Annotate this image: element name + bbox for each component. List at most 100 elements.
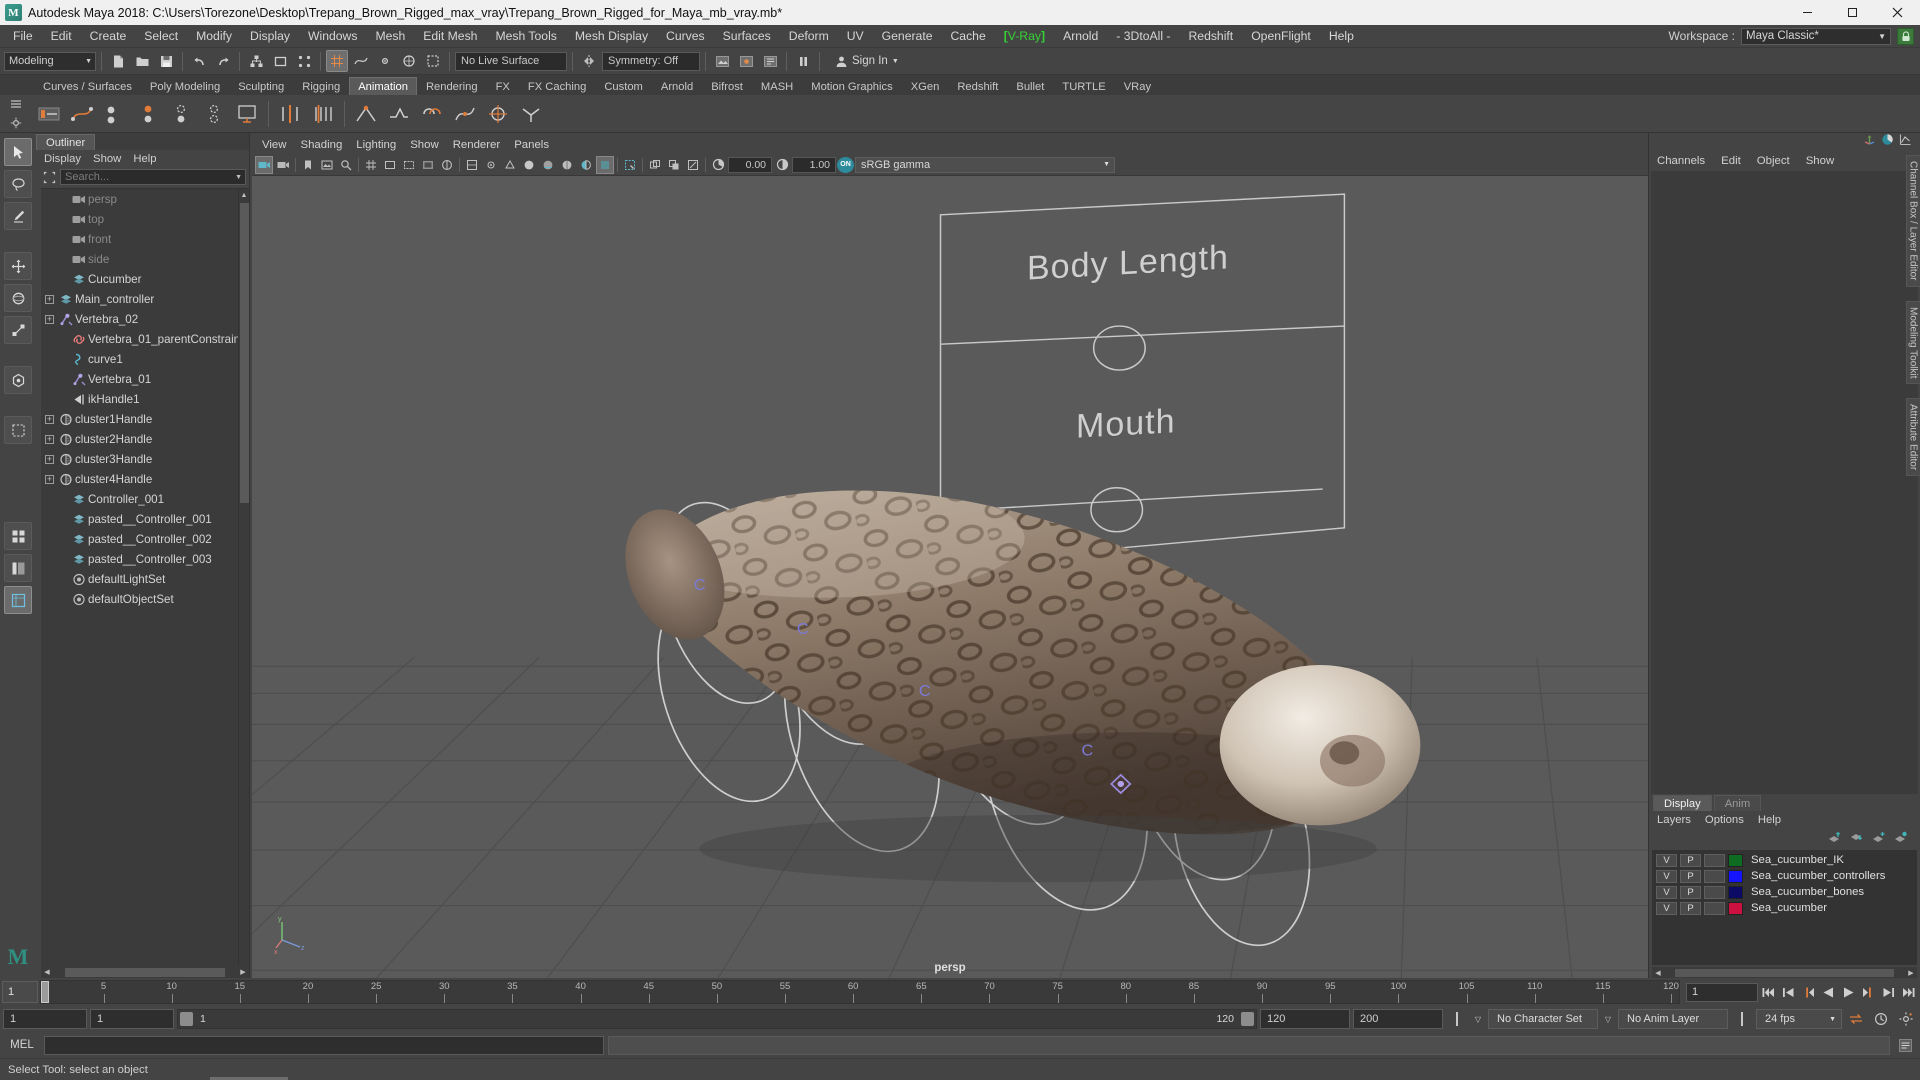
outliner-item-pasted-controller-002[interactable]: pasted__Controller_002 bbox=[41, 529, 249, 549]
script-editor-button[interactable] bbox=[1894, 1034, 1916, 1056]
layer-menu-layers[interactable]: Layers bbox=[1657, 814, 1691, 826]
outliner-search-input-wrap[interactable]: ▼ bbox=[60, 169, 246, 185]
shelf-tab-vray[interactable]: VRay bbox=[1115, 77, 1160, 95]
persp-view-layout-button[interactable] bbox=[4, 586, 32, 614]
render-current-frame-button[interactable] bbox=[711, 50, 733, 72]
menu-mesh[interactable]: Mesh bbox=[366, 25, 414, 47]
outliner-item-defaultobjectset[interactable]: defaultObjectSet bbox=[41, 589, 249, 609]
multisample-aa-icon[interactable] bbox=[621, 156, 639, 174]
smooth-shade-textured-icon[interactable] bbox=[539, 156, 557, 174]
shelf-auto-key-button[interactable] bbox=[100, 99, 130, 129]
move-layer-down-icon[interactable] bbox=[1849, 831, 1864, 849]
outliner-menu-display[interactable]: Display bbox=[44, 153, 81, 165]
viewport-menu-panels[interactable]: Panels bbox=[514, 139, 549, 151]
menu-file[interactable]: File bbox=[4, 25, 42, 47]
auto-key-button[interactable] bbox=[1446, 1008, 1468, 1030]
isolate-select-icon[interactable] bbox=[646, 156, 664, 174]
outliner-item-main-controller[interactable]: + Main_controller bbox=[41, 289, 249, 309]
menu-surfaces[interactable]: Surfaces bbox=[714, 25, 780, 47]
menu-openflight[interactable]: OpenFlight bbox=[1242, 25, 1320, 47]
time-slider-start-field[interactable]: 1 bbox=[2, 981, 38, 1003]
layer-playback-toggle[interactable]: P bbox=[1680, 869, 1701, 883]
live-surface-field[interactable]: No Live Surface bbox=[455, 51, 567, 71]
shelf-set-driven-key-button[interactable] bbox=[384, 99, 414, 129]
scroll-left-arrow-icon[interactable]: ◀ bbox=[1652, 969, 1664, 977]
selection-filter-icon[interactable] bbox=[42, 170, 57, 185]
shelf-tab-custom[interactable]: Custom bbox=[595, 77, 652, 95]
shelf-tab-sculpting[interactable]: Sculpting bbox=[229, 77, 293, 95]
new-layer-from-selected-icon[interactable] bbox=[1893, 831, 1908, 849]
outliner-list[interactable]: persp top front side Cucumber + Main_controlle… bbox=[41, 188, 249, 966]
expand-toggle-icon[interactable]: + bbox=[45, 454, 54, 464]
show-manipulator-tool-button[interactable] bbox=[4, 416, 32, 444]
menu-select[interactable]: Select bbox=[135, 25, 187, 47]
range-handle-right[interactable] bbox=[1241, 1012, 1254, 1026]
smooth-shade-all-icon[interactable] bbox=[520, 156, 538, 174]
menu-modify[interactable]: Modify bbox=[187, 25, 241, 47]
exposure-value-field[interactable]: 0.00 bbox=[728, 156, 772, 173]
workspace-select[interactable]: Maya Classic* ▼ bbox=[1741, 27, 1891, 45]
layer-row[interactable]: V P Sea_cucumber bbox=[1652, 900, 1917, 916]
viewport-3d[interactable]: C C C C Body Length Mouth y z x persp bbox=[252, 176, 1648, 978]
viewport-menu-renderer[interactable]: Renderer bbox=[453, 139, 501, 151]
shelf-tab-xgen[interactable]: XGen bbox=[902, 77, 949, 95]
play-backwards-button[interactable] bbox=[1819, 982, 1838, 1002]
paint-select-tool-button[interactable] bbox=[4, 202, 32, 230]
layer-visibility-toggle[interactable]: V bbox=[1656, 885, 1677, 899]
image-plane-icon[interactable] bbox=[318, 156, 336, 174]
symmetry-icon[interactable] bbox=[578, 50, 600, 72]
layer-horizontal-scrollbar[interactable]: ◀ ▶ bbox=[1652, 967, 1917, 978]
menu-vray[interactable]: [V-Ray] bbox=[995, 25, 1054, 47]
new-scene-button[interactable] bbox=[107, 50, 129, 72]
outliner-item-curve1[interactable]: curve1 bbox=[41, 349, 249, 369]
layer-shading-toggle[interactable] bbox=[1704, 901, 1725, 915]
outliner-item-controller-001[interactable]: Controller_001 bbox=[41, 489, 249, 509]
viewport-menu-shading[interactable]: Shading bbox=[300, 139, 342, 151]
shelf-tab-poly-modeling[interactable]: Poly Modeling bbox=[141, 77, 229, 95]
menu-generate[interactable]: Generate bbox=[873, 25, 942, 47]
menu-mesh-display[interactable]: Mesh Display bbox=[566, 25, 657, 47]
shelf-set-key-button[interactable] bbox=[34, 99, 64, 129]
new-layer-icon[interactable] bbox=[1871, 831, 1886, 849]
layer-list[interactable]: V P Sea_cucumber_IK V P Sea_cucumber_controll… bbox=[1652, 850, 1917, 965]
channelbox-menu-object[interactable]: Object bbox=[1757, 155, 1790, 167]
move-tool-button[interactable] bbox=[4, 252, 32, 280]
step-forward-keyframe-button[interactable] bbox=[1879, 982, 1898, 1002]
layer-color-swatch[interactable] bbox=[1728, 853, 1743, 867]
outliner-tab[interactable]: Outliner bbox=[36, 134, 96, 150]
menu-arnold[interactable]: Arnold bbox=[1054, 25, 1107, 47]
scroll-right-arrow-icon[interactable]: ▶ bbox=[1905, 969, 1917, 977]
side-tab-attribute-editor[interactable]: Attribute Editor bbox=[1905, 398, 1920, 477]
time-slider-playhead[interactable] bbox=[41, 981, 49, 1003]
shelf-tab-redshift[interactable]: Redshift bbox=[948, 77, 1007, 95]
shelf-set-key-translate-button[interactable] bbox=[133, 99, 163, 129]
layer-visibility-toggle[interactable]: V bbox=[1656, 901, 1677, 915]
select-by-object-button[interactable] bbox=[269, 50, 291, 72]
layer-menu-options[interactable]: Options bbox=[1705, 814, 1744, 826]
screen-space-ao-icon[interactable] bbox=[596, 155, 614, 174]
menu-deform[interactable]: Deform bbox=[780, 25, 838, 47]
shelf-tab-bifrost[interactable]: Bifrost bbox=[702, 77, 752, 95]
outliner-item-front[interactable]: front bbox=[41, 229, 249, 249]
channel-box-content[interactable] bbox=[1651, 171, 1918, 794]
four-view-layout-button[interactable] bbox=[4, 522, 32, 550]
menu-3dtoall[interactable]: - 3DtoAll - bbox=[1107, 25, 1179, 47]
outliner-item-vertebra-02[interactable]: + Vertebra_02 bbox=[41, 309, 249, 329]
expand-toggle-icon[interactable]: + bbox=[45, 314, 54, 324]
resolution-gate-icon[interactable] bbox=[400, 156, 418, 174]
channelbox-menu-edit[interactable]: Edit bbox=[1721, 155, 1741, 167]
shelf-tab-motion-graphics[interactable]: Motion Graphics bbox=[802, 77, 901, 95]
animation-preferences-button[interactable] bbox=[1870, 1008, 1892, 1030]
mel-output-field[interactable] bbox=[608, 1035, 1890, 1055]
sign-in-button[interactable]: Sign In ▼ bbox=[829, 52, 905, 71]
step-forward-frame-button[interactable] bbox=[1859, 982, 1878, 1002]
xray-joints-icon[interactable] bbox=[482, 156, 500, 174]
symmetry-field[interactable]: Symmetry: Off bbox=[602, 51, 700, 71]
animation-start-field[interactable]: 1 bbox=[3, 1009, 87, 1029]
snap-to-point-button[interactable] bbox=[374, 50, 396, 72]
viewport-menu-lighting[interactable]: Lighting bbox=[356, 139, 396, 151]
two-d-pan-zoom-icon[interactable] bbox=[337, 156, 355, 174]
wireframe-icon[interactable] bbox=[501, 156, 519, 174]
shadows-icon[interactable] bbox=[577, 156, 595, 174]
menu-uv[interactable]: UV bbox=[838, 25, 873, 47]
